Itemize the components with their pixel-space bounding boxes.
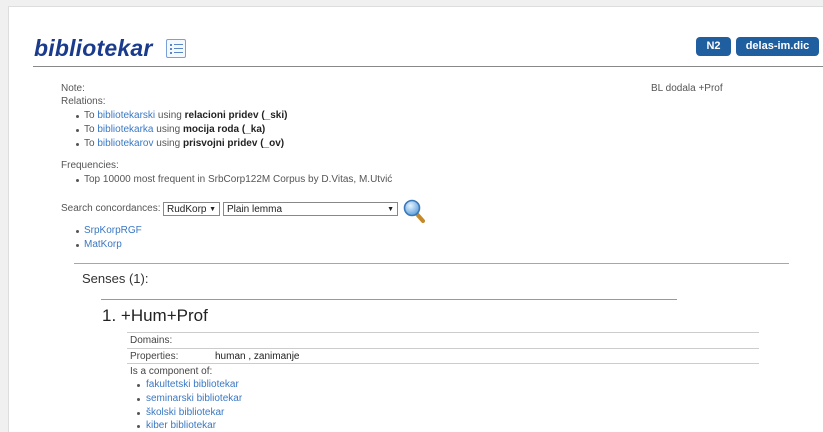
corpus-select[interactable]: RudKorp ▼ bbox=[163, 202, 220, 216]
properties-value: human , zanimanje bbox=[215, 351, 300, 362]
concordance-link[interactable]: MatKorp bbox=[84, 239, 122, 250]
note-label: Note: bbox=[61, 83, 85, 94]
mode-select[interactable]: Plain lemma ▼ bbox=[223, 202, 398, 216]
search-label: Search concordances: bbox=[61, 203, 161, 214]
dropdown-arrow-icon: ▼ bbox=[209, 206, 216, 213]
concordance-link[interactable]: SrpKorpRGF bbox=[84, 225, 142, 236]
bullet-icon bbox=[137, 398, 140, 401]
table-row-divider bbox=[127, 348, 759, 349]
frequencies-label: Frequencies: bbox=[61, 160, 119, 171]
relation-middle: using bbox=[153, 138, 183, 149]
dictionary-button[interactable]: delas-im.dic bbox=[736, 37, 819, 56]
search-icon[interactable] bbox=[403, 199, 425, 223]
list-icon[interactable] bbox=[166, 39, 186, 58]
relation-prefix: To bbox=[84, 138, 98, 149]
domains-label: Domains: bbox=[130, 335, 173, 346]
dropdown-arrow-icon: ▼ bbox=[387, 206, 394, 213]
sense-title: 1. +Hum+Prof bbox=[102, 306, 208, 325]
bullet-icon bbox=[137, 425, 140, 428]
mode-select-value: Plain lemma bbox=[227, 204, 283, 215]
page-title: bibliotekar bbox=[34, 35, 153, 61]
bullet-icon bbox=[137, 412, 140, 415]
relation-kind: mocija roda (_ka) bbox=[182, 124, 266, 135]
relation-kind: prisvojni pridev (_ov) bbox=[182, 138, 285, 149]
component-label: Is a component of: bbox=[130, 366, 213, 377]
entry-page: bibliotekar N2 delas-im.dic Note: BL dod… bbox=[8, 6, 823, 432]
table-row-divider bbox=[127, 332, 759, 333]
relation-prefix: To bbox=[84, 124, 98, 135]
relation-kind: relacioni pridev (_ski) bbox=[184, 110, 288, 121]
component-link[interactable]: školski bibliotekar bbox=[146, 407, 224, 418]
relation-prefix: To bbox=[84, 110, 98, 121]
relation-link[interactable]: bibliotekarski bbox=[97, 110, 155, 121]
header-divider bbox=[33, 66, 823, 67]
relation-link[interactable]: bibliotekarka bbox=[97, 124, 153, 135]
table-row-divider bbox=[127, 363, 759, 364]
note-value: BL dodala +Prof bbox=[651, 83, 723, 94]
properties-label: Properties: bbox=[130, 351, 179, 362]
senses-heading: Senses (1): bbox=[82, 271, 149, 286]
relation-link[interactable]: bibliotekarov bbox=[97, 138, 153, 149]
relation-item: To bibliotekarski using relacioni pridev… bbox=[84, 110, 287, 121]
relation-middle: using bbox=[155, 110, 185, 121]
relation-item: To bibliotekarov using prisvojni pridev … bbox=[84, 138, 284, 149]
component-link[interactable]: fakultetski bibliotekar bbox=[146, 379, 239, 390]
relation-item: To bibliotekarka using mocija roda (_ka) bbox=[84, 124, 265, 135]
bullet-icon bbox=[76, 115, 79, 118]
n2-button[interactable]: N2 bbox=[696, 37, 731, 56]
bullet-icon bbox=[137, 384, 140, 387]
bullet-icon bbox=[76, 230, 79, 233]
sense-divider bbox=[101, 299, 677, 300]
bullet-icon bbox=[76, 179, 79, 182]
relations-label: Relations: bbox=[61, 96, 106, 107]
senses-divider bbox=[74, 263, 789, 264]
component-link[interactable]: seminarski bibliotekar bbox=[146, 393, 242, 404]
bullet-icon bbox=[76, 129, 79, 132]
bullet-icon bbox=[76, 143, 79, 146]
frequency-item: Top 10000 most frequent in SrbCorp122M C… bbox=[84, 174, 393, 185]
relation-middle: using bbox=[153, 124, 183, 135]
bullet-icon bbox=[76, 244, 79, 247]
corpus-select-value: RudKorp bbox=[167, 204, 207, 215]
component-link[interactable]: kiber bibliotekar bbox=[146, 420, 216, 431]
